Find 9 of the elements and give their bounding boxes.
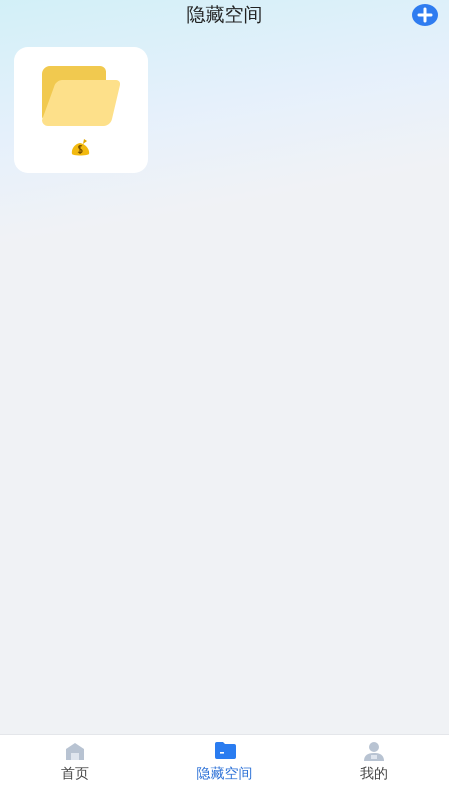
tab[interactable]: 首页	[0, 735, 150, 787]
add-icon[interactable]	[411, 4, 439, 26]
space-icon	[212, 741, 236, 761]
folder-icon	[42, 66, 120, 126]
tab[interactable]: 我的	[299, 735, 449, 787]
page-title: 隐藏空间	[186, 3, 262, 28]
tab[interactable]: 隐藏空间	[150, 735, 300, 787]
profile-icon	[362, 741, 386, 761]
money-bag-icon	[71, 138, 91, 156]
